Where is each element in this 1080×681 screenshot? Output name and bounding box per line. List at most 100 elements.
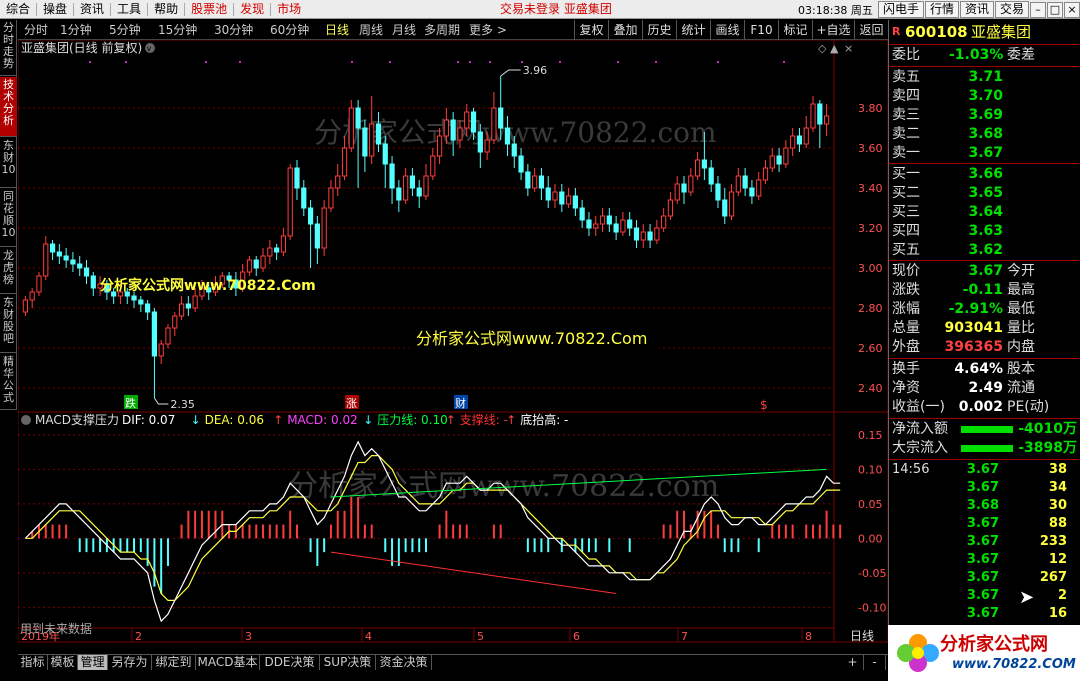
ask-row[interactable]: 卖三 3.69 [889, 106, 1080, 125]
menu-item-caopan[interactable]: 操盘 [37, 0, 73, 19]
chart-area[interactable]: 分析家公式网www.70822.com 分析家公式网www.70822.com … [18, 40, 888, 654]
menu-item-zixun[interactable]: 资讯 [74, 0, 110, 19]
tab-bind-to[interactable]: 绑定到 [152, 655, 196, 670]
tool-add-watchlist[interactable]: +自选 [812, 20, 854, 40]
divider [889, 418, 1080, 419]
candle-body [83, 267, 90, 277]
quote-button[interactable]: 行情 [924, 1, 959, 18]
ask-row[interactable]: 卖四 3.70 [889, 87, 1080, 106]
news-button[interactable]: 资讯 [959, 1, 994, 18]
fund-right-label: 股本 [1007, 361, 1035, 377]
tool-back[interactable]: 返回 [854, 20, 888, 40]
period-1min[interactable]: 1分钟 [60, 20, 92, 40]
period-daily[interactable]: 日线 [325, 20, 349, 40]
future-data-note: 用到未来数据 [20, 621, 92, 636]
tab-sup[interactable]: SUP决策 [320, 655, 376, 670]
fund-value: 0.002 [958, 399, 1003, 415]
ask-price: 3.71 [968, 69, 1003, 85]
bid-price: 3.64 [968, 204, 1003, 220]
minimize-icon[interactable]: – [1030, 1, 1046, 18]
tool-fuquan[interactable]: 复权 [574, 20, 608, 40]
zoom-out-button[interactable]: - [864, 655, 886, 670]
bid-row[interactable]: 买一 3.66 [889, 165, 1080, 184]
period-multi[interactable]: 多周期 [424, 20, 460, 40]
tab-guanli[interactable]: 管理 [78, 655, 108, 670]
period-15min[interactable]: 15分钟 [158, 20, 197, 40]
trade-button[interactable]: 交易 [994, 1, 1029, 18]
stat-right-label: 最低 [1007, 301, 1035, 317]
candle-body [559, 191, 565, 205]
ask-row[interactable]: 卖一 3.67 [889, 144, 1080, 163]
tick-row: 14:56 3.67 38 [889, 461, 1080, 479]
bid-row[interactable]: 买三 3.64 [889, 203, 1080, 222]
tool-tongji[interactable]: 统计 [676, 20, 710, 40]
tool-lishi[interactable]: 历史 [642, 20, 676, 40]
side-tab-intraday[interactable]: 分时走势 [0, 20, 17, 76]
side-tab-dongcai10[interactable]: 东财10 [0, 138, 17, 188]
x-tick-label: 3 [245, 630, 252, 643]
stat-value: 903041 [944, 320, 1003, 336]
close-panel-icon[interactable]: × [844, 42, 853, 55]
tab-zijin[interactable]: 资金决策 [376, 655, 432, 670]
candle-body [416, 187, 422, 197]
period-fenshi[interactable]: 分时 [24, 20, 48, 40]
indicator-tab-bar: 指标 模板 管理 另存为 绑定到 MACD基本 DDE决策 SUP决策 资金决策… [18, 654, 888, 670]
menu-item-gongju[interactable]: 工具 [111, 0, 147, 19]
period-5min[interactable]: 5分钟 [109, 20, 141, 40]
tool-biaoji[interactable]: 标记 [778, 20, 812, 40]
menu-item-zonghe[interactable]: 综合 [0, 0, 36, 19]
tool-diejia[interactable]: 叠加 [608, 20, 642, 40]
side-tab-guba[interactable]: 东财股吧 [0, 295, 17, 353]
ask-row[interactable]: 卖五 3.71 [889, 68, 1080, 87]
tab-zhibiao[interactable]: 指标 [18, 655, 48, 670]
bid-row[interactable]: 买二 3.65 [889, 184, 1080, 203]
menu-item-bangzhu[interactable]: 帮助 [148, 0, 184, 19]
indicator-options-icon[interactable] [21, 415, 31, 425]
side-tab-formulas[interactable]: 精华公式 [0, 354, 17, 410]
tab-save-as[interactable]: 另存为 [108, 655, 152, 670]
menu-item-gupiaochi[interactable]: 股票池 [185, 0, 233, 19]
weibi-label: 委比 [892, 47, 920, 63]
candle-body [403, 175, 409, 201]
legend-arrow: ↑ [506, 413, 516, 427]
period-30min[interactable]: 30分钟 [214, 20, 253, 40]
low-price-label: 2.35 [170, 398, 195, 411]
zoom-in-button[interactable]: + [842, 655, 864, 670]
candle-body [172, 315, 178, 329]
menu-item-faxian[interactable]: 发现 [234, 0, 270, 19]
maximize-icon[interactable]: □ [1047, 1, 1063, 18]
period-monthly[interactable]: 月线 [392, 20, 416, 40]
side-tab-longhubang[interactable]: 龙虎榜 [0, 248, 17, 294]
ask-row[interactable]: 卖二 3.68 [889, 125, 1080, 144]
clock: 03:18:38 周五 [798, 3, 873, 17]
signal-dot [205, 61, 207, 63]
bid-row[interactable]: 买五 3.62 [889, 241, 1080, 260]
diamond-icon[interactable]: ◇ [818, 42, 827, 55]
flash-trade-button[interactable]: 闪电手 [877, 1, 924, 18]
tab-muban[interactable]: 模板 [48, 655, 78, 670]
chevron-up-icon[interactable]: ▲ [830, 42, 839, 55]
event-marker-dollar[interactable]: $ [760, 398, 768, 412]
tool-f10[interactable]: F10 [744, 20, 778, 40]
period-60min[interactable]: 60分钟 [270, 20, 309, 40]
tab-dde[interactable]: DDE决策 [260, 655, 320, 670]
tab-macd-basic[interactable]: MACD基本 [196, 655, 260, 670]
legend-item: DIF: 0.07 [122, 413, 175, 427]
tool-huaxian[interactable]: 画线 [710, 20, 744, 40]
menu-item-shichang[interactable]: 市场 [271, 0, 307, 19]
side-tab-technical[interactable]: 技术分析 [0, 77, 17, 137]
weibi-value: -1.03% [949, 47, 1004, 63]
candle-body [22, 299, 28, 313]
candle-body [667, 199, 674, 217]
candle-body [287, 167, 293, 237]
close-icon[interactable]: × [1064, 1, 1080, 18]
weibi-row: 委比 -1.03% 委差 [889, 46, 1080, 65]
legend-arrow: ↑ [446, 413, 456, 427]
legend-item: 压力线: 0.10 [377, 413, 448, 427]
period-weekly[interactable]: 周线 [359, 20, 383, 40]
side-tab-tonghuashun10[interactable]: 同花顺10 [0, 189, 17, 247]
candle-body [606, 215, 612, 225]
period-more[interactable]: 更多 > [469, 20, 507, 40]
bid-row[interactable]: 买四 3.63 [889, 222, 1080, 241]
flow-bar [961, 445, 1013, 452]
